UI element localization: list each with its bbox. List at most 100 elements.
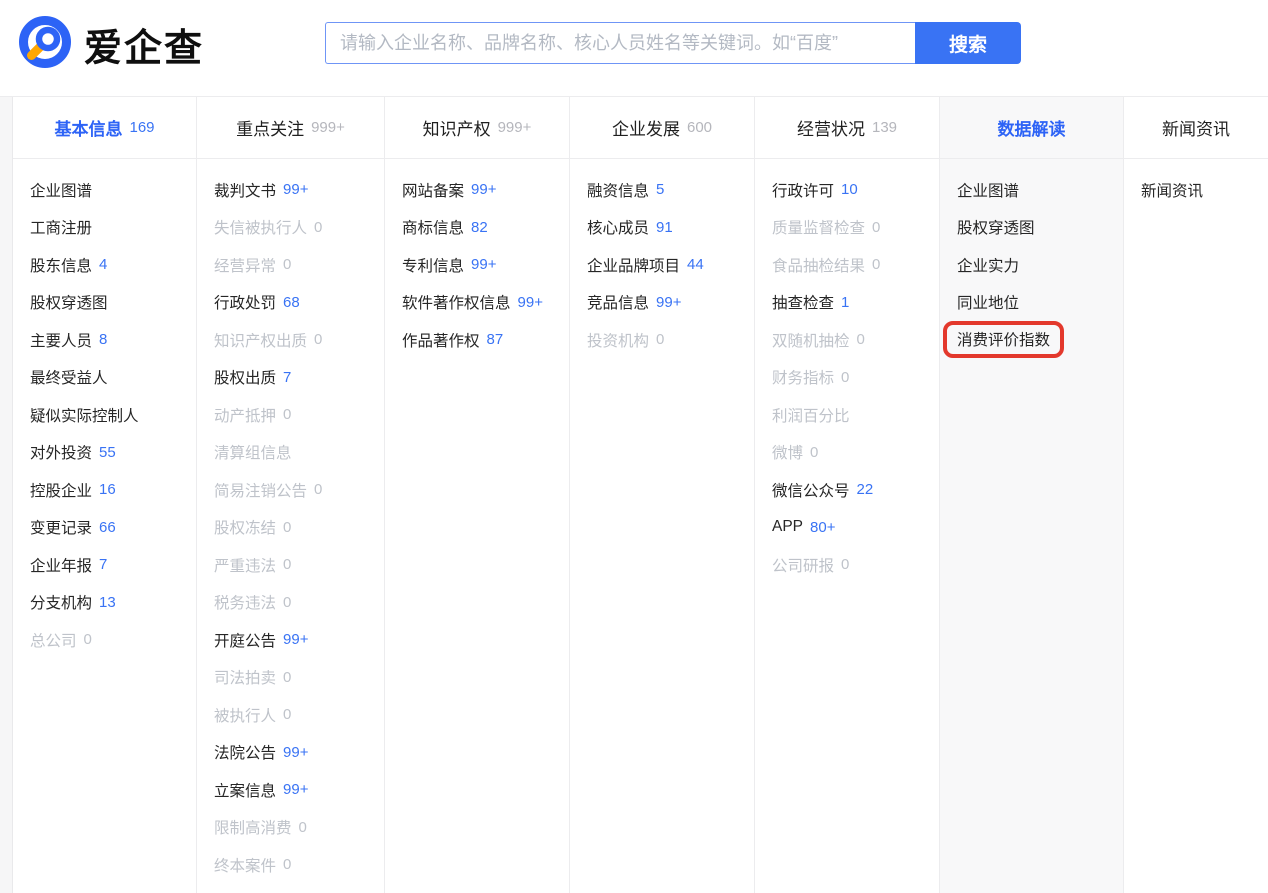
menu-tab-重点关注[interactable]: 重点关注999+	[197, 97, 384, 159]
menu-column-body: 网站备案99+商标信息82专利信息99+软件著作权信息99+作品著作权87	[385, 159, 569, 359]
menu-item-label: 作品著作权	[402, 329, 480, 351]
menu-item[interactable]: 股权出质7	[214, 359, 384, 397]
menu-item-count: 99+	[283, 631, 308, 648]
menu-item[interactable]: 控股企业 16	[30, 471, 196, 509]
menu-item-count: 8	[99, 331, 107, 348]
menu-item-count: 0	[283, 519, 291, 536]
menu-item-label: 消费评价指数	[957, 328, 1050, 350]
menu-item: 终本案件0	[214, 846, 384, 884]
menu-item[interactable]: 融资信息5	[587, 171, 754, 209]
menu-item-count: 7	[99, 556, 107, 573]
menu-item[interactable]: 企业图谱	[957, 171, 1123, 209]
menu-item[interactable]: 工商注册	[30, 209, 196, 247]
menu-item: 经营异常0	[214, 246, 384, 284]
annotation-box: 消费评价指数	[943, 321, 1064, 358]
menu-item[interactable]: 作品著作权87	[402, 321, 569, 359]
menu-item: 财务指标0	[772, 359, 939, 397]
menu-item[interactable]: 商标信息82	[402, 209, 569, 247]
menu-item-count: 0	[841, 556, 849, 573]
menu-item-label: 企业年报	[30, 554, 92, 576]
menu-item-count: 99+	[283, 781, 308, 798]
menu-item-label: 商标信息	[402, 216, 464, 238]
menu-item-label: 控股企业	[30, 479, 92, 501]
mega-menu: 基本信息169 企业图谱工商注册股东信息4 股权穿透图主要人员8最终受益人疑似实际控…	[0, 96, 1268, 893]
aiqicha-logo[interactable]: 爱企查	[18, 15, 204, 74]
menu-item[interactable]: 法院公告99+	[214, 734, 384, 772]
menu-item-count: 16	[99, 481, 116, 498]
menu-tab-新闻资讯[interactable]: 新闻资讯	[1124, 97, 1268, 159]
menu-item-label: 税务违法	[214, 591, 276, 613]
menu-column: 数据解读企业图谱股权穿透图企业实力同业地位消费评价指数	[940, 97, 1124, 893]
menu-item[interactable]: 专利信息99+	[402, 246, 569, 284]
menu-item-count: 0	[283, 556, 291, 573]
menu-item[interactable]: 行政处罚68	[214, 284, 384, 322]
menu-item[interactable]: 网站备案99+	[402, 171, 569, 209]
menu-item[interactable]: 企业实力	[957, 246, 1123, 284]
menu-item[interactable]: 开庭公告99+	[214, 621, 384, 659]
menu-item[interactable]: 对外投资 55	[30, 434, 196, 472]
menu-column-body: 企业图谱工商注册股东信息4 股权穿透图主要人员8最终受益人疑似实际控制人对外投资 5…	[13, 159, 196, 659]
menu-item-count: 0	[283, 856, 291, 873]
menu-item[interactable]: 软件著作权信息99+	[402, 284, 569, 322]
menu-item[interactable]: 变更记录66	[30, 509, 196, 547]
menu-item[interactable]: 企业品牌项目44	[587, 246, 754, 284]
search-input[interactable]	[325, 22, 915, 64]
menu-item[interactable]: 主要人员8	[30, 321, 196, 359]
menu-item[interactable]: 裁判文书99+	[214, 171, 384, 209]
menu-item-count: 55	[99, 444, 116, 461]
menu-item: 总公司0	[30, 621, 196, 659]
search-button[interactable]: 搜索	[915, 22, 1021, 64]
menu-column-body: 新闻资讯	[1124, 159, 1268, 209]
menu-tab-基本信息[interactable]: 基本信息169	[13, 97, 196, 159]
menu-item: 动产抵押 0	[214, 396, 384, 434]
menu-item-label: 核心成员	[587, 216, 649, 238]
menu-item-label: 行政处罚	[214, 291, 276, 313]
menu-tab-数据解读[interactable]: 数据解读	[940, 97, 1123, 159]
menu-item-count: 0	[283, 669, 291, 686]
menu-item[interactable]: 抽查检查1	[772, 284, 939, 322]
menu-tab-count: 600	[687, 119, 712, 136]
menu-item-label: 质量监督检查	[772, 216, 865, 238]
menu-item[interactable]: 企业年报 7	[30, 546, 196, 584]
menu-item-label: 企业图谱	[30, 179, 92, 201]
menu-item-label: 股权穿透图	[957, 216, 1035, 238]
menu-item: 被执行人0	[214, 696, 384, 734]
menu-item[interactable]: 股权穿透图	[30, 284, 196, 322]
menu-item[interactable]: APP80+	[772, 509, 939, 547]
menu-item-label: 软件著作权信息	[402, 291, 511, 313]
menu-item-count: 66	[99, 519, 116, 536]
menu-item-label: 股权穿透图	[30, 291, 108, 313]
menu-item-label: 企业图谱	[957, 179, 1019, 201]
menu-item-count: 7	[283, 369, 291, 386]
menu-item[interactable]: 分支机构13	[30, 584, 196, 622]
logo-text: 爱企查	[84, 17, 204, 72]
menu-item[interactable]: 行政许可10	[772, 171, 939, 209]
menu-item: 双随机抽检0	[772, 321, 939, 359]
menu-item: 失信被执行人0	[214, 209, 384, 247]
menu-item-count: 0	[299, 819, 307, 836]
menu-tab-经营状况[interactable]: 经营状况139	[755, 97, 939, 159]
menu-item[interactable]: 核心成员91	[587, 209, 754, 247]
menu-item-label: 专利信息	[402, 254, 464, 276]
menu-item[interactable]: 企业图谱	[30, 171, 196, 209]
menu-item: 投资机构0	[587, 321, 754, 359]
menu-item-label: 食品抽检结果	[772, 254, 865, 276]
menu-item: 司法拍卖0	[214, 659, 384, 697]
menu-item[interactable]: 最终受益人	[30, 359, 196, 397]
menu-tab-企业发展[interactable]: 企业发展600	[570, 97, 754, 159]
menu-item[interactable]: 同业地位	[957, 284, 1123, 322]
menu-item[interactable]: 股权穿透图	[957, 209, 1123, 247]
menu-item[interactable]: 消费评价指数	[957, 321, 1123, 359]
menu-item[interactable]: 立案信息99+	[214, 771, 384, 809]
menu-item[interactable]: 竞品信息99+	[587, 284, 754, 322]
menu-tab-知识产权[interactable]: 知识产权999+	[385, 97, 569, 159]
menu-item[interactable]: 疑似实际控制人	[30, 396, 196, 434]
menu-item[interactable]: 微信公众号22	[772, 471, 939, 509]
menu-item[interactable]: 股东信息4	[30, 246, 196, 284]
menu-item-count: 0	[314, 331, 322, 348]
menu-item: 股权冻结0	[214, 509, 384, 547]
menu-item[interactable]: 新闻资讯	[1141, 171, 1268, 209]
menu-item-label: 对外投资	[30, 441, 92, 463]
menu-item-count: 0	[283, 406, 291, 423]
menu-item-label: 动产抵押	[214, 404, 276, 426]
